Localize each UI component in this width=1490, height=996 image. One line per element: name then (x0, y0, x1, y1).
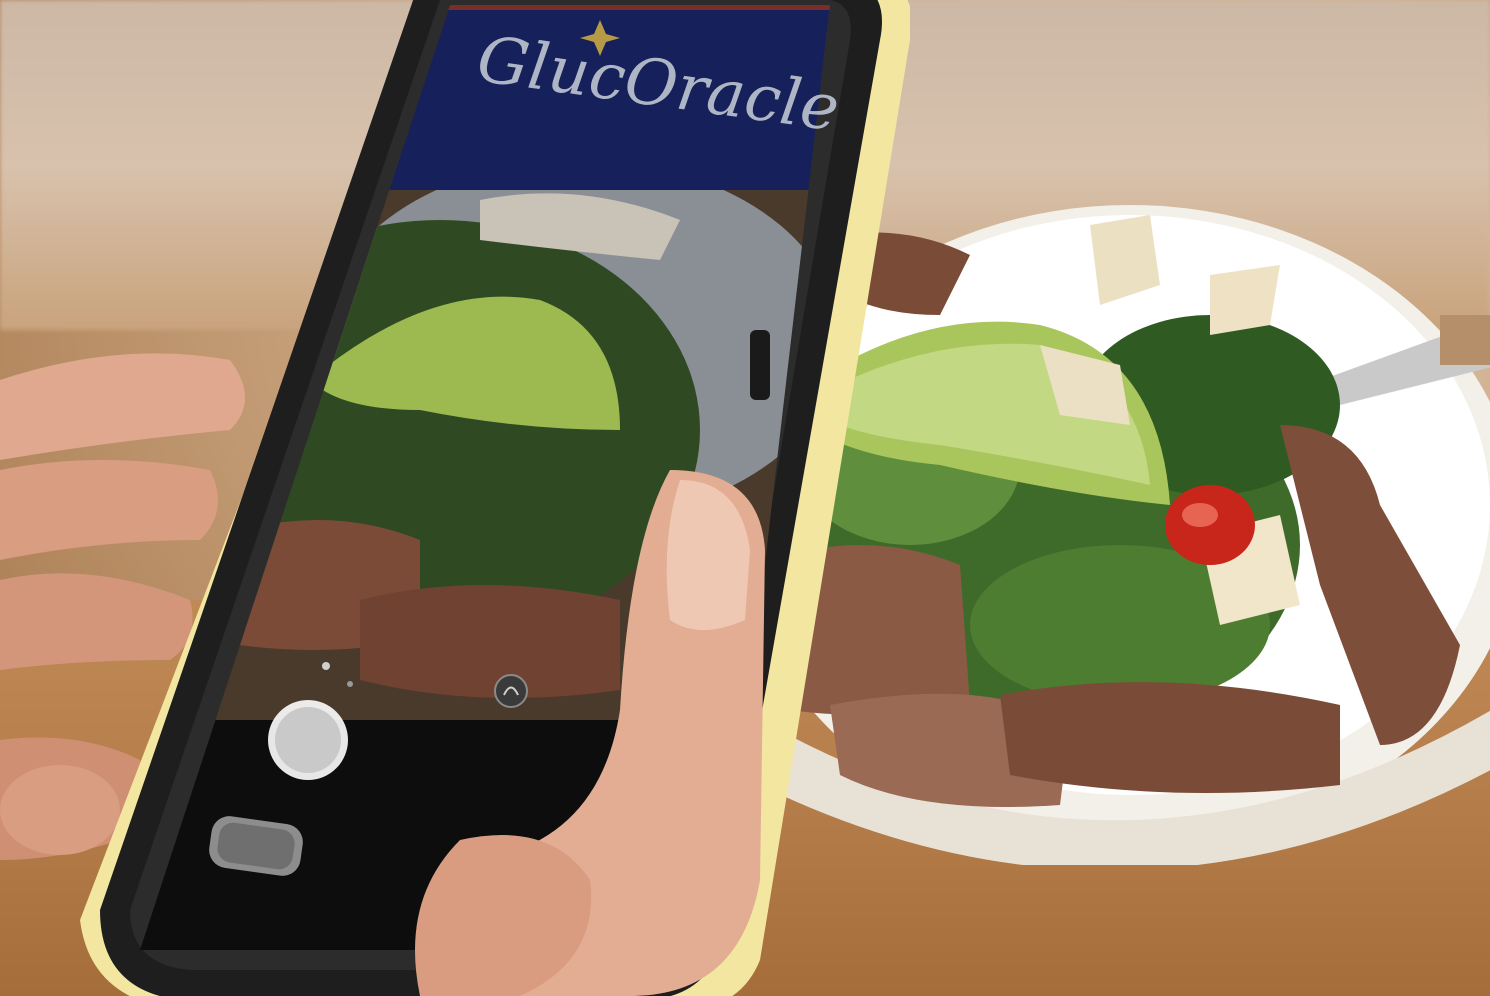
indicator-dot (347, 681, 353, 687)
shutter-button[interactable] (268, 700, 348, 780)
right-hand (415, 470, 765, 996)
indicator-dot (322, 662, 330, 670)
side-button[interactable] (750, 330, 770, 400)
photo-scene: GlucOracle (0, 0, 1490, 996)
